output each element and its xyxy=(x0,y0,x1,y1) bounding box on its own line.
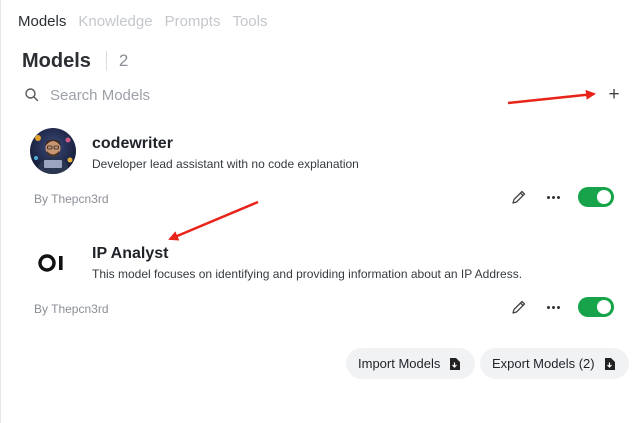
edit-pencil-icon[interactable] xyxy=(510,188,528,206)
toggle-knob xyxy=(597,300,611,314)
top-tabs: Models Knowledge Prompts Tools xyxy=(18,12,279,32)
model-name[interactable]: IP Analyst xyxy=(92,244,168,264)
more-options-icon[interactable] xyxy=(542,188,564,206)
model-card-ip-analyst[interactable]: IP Analyst This model focuses on identif… xyxy=(22,236,632,326)
export-models-label: Export Models (2) xyxy=(492,356,595,371)
more-options-icon[interactable] xyxy=(542,298,564,316)
file-export-icon xyxy=(604,357,615,370)
tab-prompts[interactable]: Prompts xyxy=(165,12,221,32)
left-border xyxy=(0,0,1,423)
tab-models[interactable]: Models xyxy=(18,12,66,32)
dot xyxy=(551,305,555,309)
import-models-button[interactable]: Import Models xyxy=(346,348,475,379)
model-enabled-toggle[interactable] xyxy=(578,187,614,207)
model-description: This model focuses on identifying and pr… xyxy=(92,267,523,281)
edit-pencil-icon[interactable] xyxy=(510,298,528,316)
model-enabled-toggle[interactable] xyxy=(578,297,614,317)
annotation-arrow xyxy=(507,89,596,105)
model-count: 2 xyxy=(118,51,129,70)
add-model-button[interactable]: + xyxy=(603,84,625,106)
tab-knowledge[interactable]: Knowledge xyxy=(78,12,152,32)
file-import-icon xyxy=(450,357,461,370)
oi-logo-avatar xyxy=(38,254,63,272)
export-models-button[interactable]: Export Models (2) xyxy=(480,348,629,379)
dot xyxy=(546,305,550,309)
page-title: Models xyxy=(22,50,91,72)
tab-tools[interactable]: Tools xyxy=(232,12,267,32)
model-author: By Thepcn3rd xyxy=(34,302,109,316)
developer-avatar xyxy=(30,128,76,174)
toggle-knob xyxy=(597,190,611,204)
model-author: By Thepcn3rd xyxy=(34,192,109,206)
search-bar xyxy=(24,84,504,106)
dot xyxy=(556,305,560,309)
search-input[interactable] xyxy=(50,86,470,104)
dot xyxy=(551,195,555,199)
header-divider xyxy=(105,51,107,71)
dot xyxy=(546,195,550,199)
import-models-label: Import Models xyxy=(358,356,441,371)
page-header: Models 2 xyxy=(22,49,128,73)
model-name[interactable]: codewriter xyxy=(92,134,173,154)
dot xyxy=(556,195,560,199)
model-description: Developer lead assistant with no code ex… xyxy=(92,157,359,171)
search-icon xyxy=(25,88,39,102)
model-card-codewriter[interactable]: codewriter Developer lead assistant with… xyxy=(22,126,632,216)
